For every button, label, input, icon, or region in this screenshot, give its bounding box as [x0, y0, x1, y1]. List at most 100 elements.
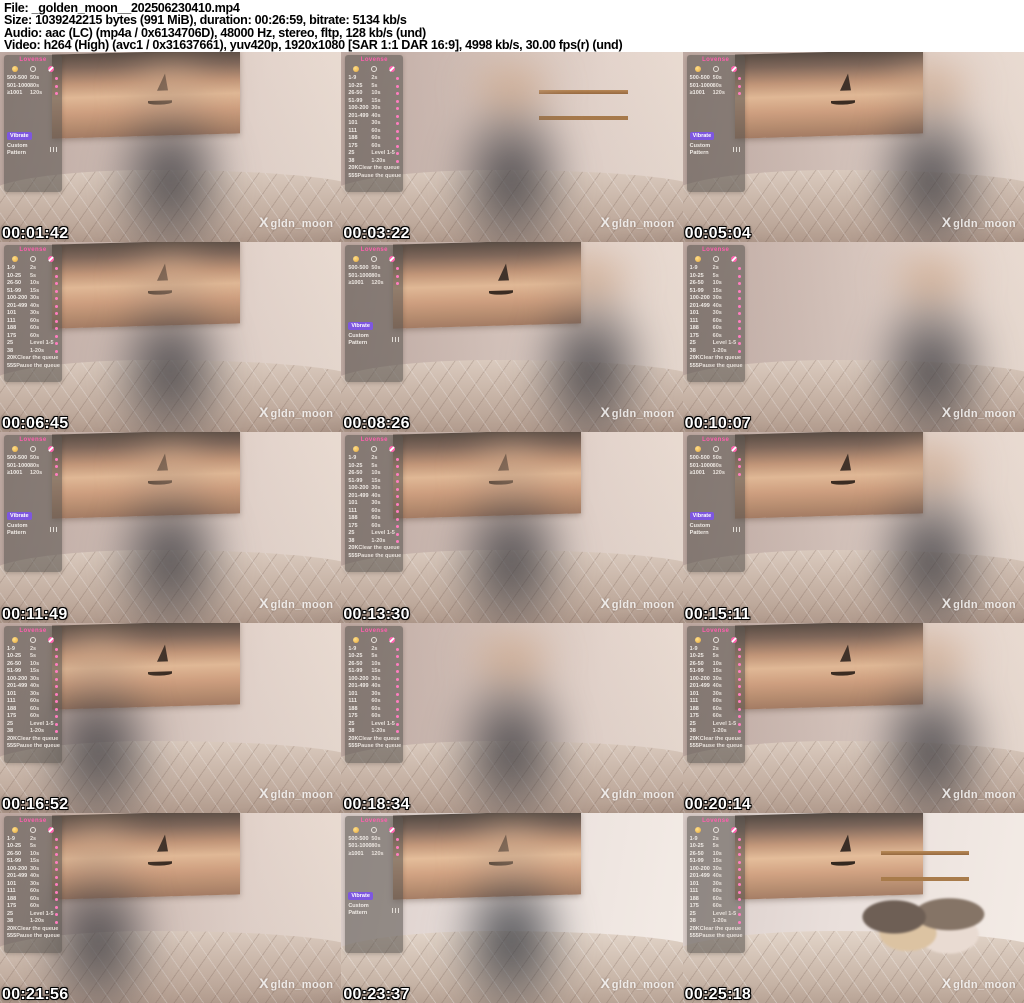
tip-amount: 25	[348, 530, 355, 537]
tip-menu-row: 111 60s	[348, 508, 400, 516]
tip-amount: 20K	[348, 545, 359, 552]
panel-spacer	[7, 478, 59, 504]
tip-action: 60s	[371, 705, 381, 712]
custom-pattern-label: Custom Pattern	[689, 522, 711, 536]
tip-amount: 111	[348, 698, 357, 705]
tip-dot-icon	[55, 334, 58, 338]
tip-menu-title: Lovense	[19, 627, 47, 634]
tip-action: Level 1-5	[371, 720, 395, 727]
tip-action: 2s	[371, 455, 378, 462]
tip-menu-row: 10-25 5s	[348, 83, 400, 91]
frame-scene: Lovense 500-500 50s 501-1000 80s ≥1001 120s Vib…	[341, 812, 683, 1003]
tip-amount: 500-500	[7, 75, 28, 81]
tip-action: 15s	[371, 477, 381, 484]
tip-amount: 111	[7, 888, 16, 895]
tip-menu-icons	[7, 254, 59, 265]
custom-pattern-row: Custom Pattern	[348, 333, 401, 347]
x-logo-icon: X	[941, 594, 952, 611]
tip-action: 15s	[30, 668, 40, 675]
tip-menu-row: 201-499 40s	[690, 303, 742, 311]
tip-menu-row: ≥1001 120s	[7, 470, 59, 478]
tip-menu-row: 555 Pause the queue	[689, 743, 743, 751]
tip-amount: 175	[7, 713, 17, 720]
tip-menu-row: 100-200 30s	[690, 295, 742, 303]
tip-amount: 25	[689, 910, 696, 917]
tip-menu-row: 25 Level 1-5	[690, 911, 742, 919]
tip-menu-row: 188 60s	[7, 325, 59, 333]
coin-icon	[12, 826, 18, 833]
tip-dot-icon	[737, 465, 741, 469]
tip-amount: 501-1000	[7, 82, 31, 89]
tip-amount: 188	[689, 705, 699, 712]
tip-menu-row: 100-200 30s	[348, 676, 400, 684]
vibrate-badge: Vibrate	[348, 892, 373, 901]
tip-amount: 501-1000	[689, 462, 713, 469]
tip-action: 60s	[30, 705, 40, 712]
tip-action: 80s	[30, 462, 40, 469]
tip-action: 5s	[371, 653, 378, 660]
tip-menu-row: 51-99 15s	[7, 668, 59, 676]
tip-dot-icon	[396, 722, 400, 726]
no-entry-icon	[48, 636, 54, 643]
tip-action: 80s	[371, 272, 381, 279]
tip-menu-row: 188 60s	[690, 896, 742, 904]
tip-amount: 26-50	[348, 90, 363, 96]
tip-dot-icon	[396, 692, 400, 696]
watermark-text: gldn_moon	[270, 978, 334, 991]
boat-sail-shape	[839, 833, 851, 852]
tip-action: 1-20s	[712, 918, 727, 925]
tip-amount: 51-99	[7, 287, 22, 294]
tip-dot-icon	[396, 92, 400, 96]
timestamp-label: 00:06:45	[2, 415, 69, 433]
watermark-text: gldn_moon	[953, 408, 1016, 421]
tip-menu-row: 20K Clear the queue	[7, 355, 59, 363]
tip-menu-row: 175 60s	[690, 713, 742, 721]
panel-spacer	[7, 98, 59, 124]
tip-action: 2s	[371, 75, 378, 81]
tip-action: 30s	[712, 295, 722, 302]
tip-menu-row: 20K Clear the queue	[348, 165, 400, 173]
tip-dot-icon	[55, 297, 58, 301]
tip-menu-row: 111 60s	[7, 318, 59, 326]
tip-menu-row: 101 30s	[348, 691, 400, 699]
no-entry-icon	[730, 826, 737, 833]
tip-menu-row: 201-499 40s	[7, 303, 59, 311]
tip-amount: 10-25	[689, 272, 704, 279]
tip-amount: 555	[689, 743, 699, 750]
vibrate-badge: Vibrate	[348, 321, 373, 330]
tip-dot-icon	[396, 99, 400, 103]
coin-icon	[353, 446, 360, 453]
tip-menu-row: 555 Pause the queue	[690, 933, 743, 941]
tip-dot-icon	[55, 920, 58, 924]
tip-menu-row: 201-499 40s	[348, 683, 400, 691]
tip-menu-row: 111 60s	[690, 318, 742, 326]
tip-dot-icon	[55, 700, 58, 704]
tip-action: Pause the queue	[357, 172, 402, 179]
tip-dot-icon	[737, 875, 741, 879]
video-thumbnail: Lovense 500-500 50s 501-1000 80s ≥1001 120s Vib…	[682, 52, 1024, 243]
tip-menu-row: 201-499 40s	[690, 683, 742, 691]
no-entry-icon	[730, 66, 737, 72]
tip-menu-row: 51-99 15s	[348, 668, 400, 676]
tip-action: 60s	[712, 332, 722, 339]
tip-action: 1-20s	[371, 728, 386, 735]
tip-dot-icon	[396, 647, 400, 651]
tip-amount: 100-200	[689, 295, 710, 302]
tip-dot-icon	[396, 655, 400, 659]
tip-action: 60s	[712, 888, 722, 895]
watermark: X gldn_moon	[600, 786, 674, 801]
x-logo-icon: X	[259, 214, 269, 231]
tip-dot-icon	[55, 465, 58, 469]
coin-icon	[694, 256, 701, 263]
tip-dot-icon	[396, 730, 400, 734]
tip-menu-row: 175 60s	[348, 713, 400, 721]
waveform-icon	[50, 527, 59, 533]
tip-dot-icon	[396, 517, 400, 521]
tip-action: 30s	[371, 485, 381, 492]
tip-amount: 201-499	[7, 873, 28, 880]
tip-dot-icon	[55, 707, 58, 711]
boat-hull-shape	[830, 860, 855, 866]
tip-action: 120s	[712, 90, 725, 96]
tip-menu-row: 25 Level 1-5	[690, 340, 742, 348]
panel-spacer	[348, 288, 400, 314]
